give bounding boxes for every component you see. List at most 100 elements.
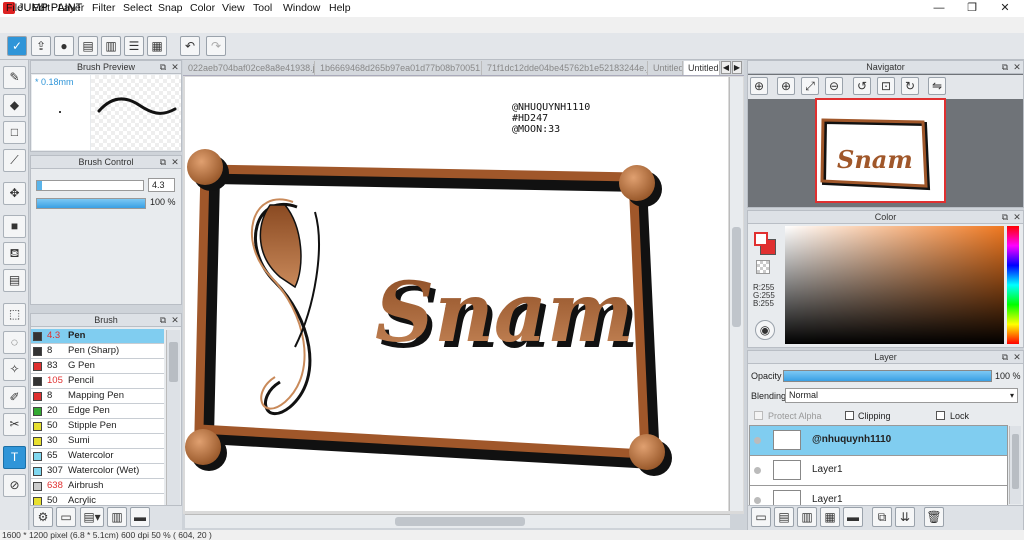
new-brush-icon[interactable]: ▭ bbox=[56, 507, 76, 527]
reset-rotation-icon[interactable]: ⊡ bbox=[877, 77, 895, 95]
brush-opacity-slider[interactable] bbox=[36, 198, 146, 209]
eyedropper-tool-icon[interactable]: ⊘ bbox=[3, 474, 26, 497]
scrollbar-thumb[interactable] bbox=[1012, 434, 1019, 489]
text-tool-icon[interactable]: T bbox=[3, 446, 26, 469]
panel-close-icon[interactable]: ✕ bbox=[1012, 62, 1022, 72]
brush-size-field[interactable]: 4.3 bbox=[148, 178, 175, 192]
tab-next-icon[interactable]: ▶ bbox=[732, 61, 742, 74]
minimize-button[interactable]: — bbox=[922, 0, 956, 17]
panel-close-icon[interactable]: ✕ bbox=[1012, 352, 1022, 362]
scrollbar-thumb[interactable] bbox=[169, 342, 178, 382]
menu-edit[interactable]: Edit bbox=[32, 2, 50, 14]
select-pen-tool-icon[interactable]: ✐ bbox=[3, 386, 26, 409]
foreground-color-swatch[interactable] bbox=[754, 232, 768, 246]
lock-checkbox[interactable] bbox=[936, 411, 945, 420]
close-button[interactable]: ✕ bbox=[988, 0, 1022, 17]
move-tool-icon[interactable]: ✥ bbox=[3, 182, 26, 205]
new-layer-icon[interactable]: ▭ bbox=[751, 507, 771, 527]
message-icon[interactable]: ▤ bbox=[78, 36, 98, 56]
layer-row[interactable]: @nhuquynh1110 bbox=[749, 426, 1008, 456]
panel-float-icon[interactable]: ⧉ bbox=[158, 157, 168, 167]
brush-item[interactable]: 307 Watercolor (Wet) bbox=[31, 464, 164, 479]
vscroll-thumb[interactable] bbox=[732, 227, 741, 327]
brush-item[interactable]: 50 Stipple Pen bbox=[31, 419, 164, 434]
menu-snap[interactable]: Snap bbox=[158, 2, 183, 14]
menu-help[interactable]: Help bbox=[329, 2, 351, 14]
new-folder-icon[interactable]: ▬ bbox=[843, 507, 863, 527]
eye-icon[interactable] bbox=[754, 467, 761, 474]
brush-item[interactable]: 8 Pen (Sharp) bbox=[31, 344, 164, 359]
new-screentone-icon[interactable]: ▦ bbox=[820, 507, 840, 527]
panel-close-icon[interactable]: ✕ bbox=[170, 62, 180, 72]
list-icon[interactable]: ☰ bbox=[124, 36, 144, 56]
maximize-button[interactable]: ❐ bbox=[955, 0, 989, 17]
brush-item[interactable]: 30 Sumi bbox=[31, 434, 164, 449]
rotate-left-icon[interactable]: ↺ bbox=[853, 77, 871, 95]
comment-icon[interactable]: ● bbox=[54, 36, 74, 56]
menu-view[interactable]: View bbox=[222, 2, 245, 14]
brush-item[interactable]: 20 Edge Pen bbox=[31, 404, 164, 419]
panel-close-icon[interactable]: ✕ bbox=[170, 315, 180, 325]
bucket-tool-icon[interactable]: ⛾ bbox=[3, 242, 26, 265]
brush-doc-icon[interactable]: ▥ bbox=[107, 507, 127, 527]
brush-size-slider[interactable] bbox=[36, 180, 144, 191]
zoom-fit-icon[interactable]: ⊕ bbox=[750, 77, 768, 95]
flip-icon[interactable]: ⇋ bbox=[928, 77, 946, 95]
zoom-in-icon[interactable]: ⊕ bbox=[777, 77, 795, 95]
menu-tool[interactable]: Tool bbox=[253, 2, 272, 14]
share-icon[interactable]: ⇪ bbox=[31, 36, 51, 56]
rotate-right-icon[interactable]: ↻ bbox=[901, 77, 919, 95]
eraser-tool-icon[interactable]: ◆ bbox=[3, 94, 26, 117]
hue-slider[interactable] bbox=[1007, 226, 1019, 344]
magic-wand-tool-icon[interactable]: ✧ bbox=[3, 358, 26, 381]
panel-float-icon[interactable]: ⧉ bbox=[1000, 212, 1010, 222]
fill-rect-tool-icon[interactable]: ■ bbox=[3, 215, 26, 238]
menu-file[interactable]: File bbox=[6, 2, 23, 14]
rectangle-tool-icon[interactable]: □ bbox=[3, 121, 26, 144]
duplicate-layer-icon[interactable]: ⧉ bbox=[872, 507, 892, 527]
panel-float-icon[interactable]: ⧉ bbox=[158, 62, 168, 72]
menu-window[interactable]: Window bbox=[283, 2, 320, 14]
brush-item[interactable]: 8 Mapping Pen bbox=[31, 389, 164, 404]
layer-row[interactable]: Layer1 bbox=[749, 456, 1008, 486]
undo-button[interactable]: ↶ bbox=[180, 36, 200, 56]
brush-settings-icon[interactable]: ⚙ bbox=[33, 507, 53, 527]
tab-image-1[interactable]: 022aeb704baf02ce8a8e41938.jpg bbox=[184, 61, 315, 75]
brush-tool-icon[interactable]: ✎ bbox=[3, 66, 26, 89]
tab-image-3[interactable]: 71f1dc12dde04be45762b1e52183244e.jpg bbox=[483, 61, 648, 75]
color-saturation-picker[interactable] bbox=[785, 226, 1004, 344]
fit-window-icon[interactable]: ⤢ bbox=[801, 77, 819, 95]
transparent-color-swatch[interactable] bbox=[756, 260, 770, 274]
tab-image-2[interactable]: 1b6669468d265b97ea01d77b08b70051.jpg bbox=[316, 61, 482, 75]
panel-close-icon[interactable]: ✕ bbox=[1012, 212, 1022, 222]
protect-alpha-checkbox[interactable] bbox=[754, 411, 763, 420]
tab-untitled-active[interactable]: Untitled bbox=[684, 61, 720, 75]
menu-layer[interactable]: Layer bbox=[58, 2, 84, 14]
clipping-checkbox[interactable] bbox=[845, 411, 854, 420]
lasso-tool-icon[interactable]: ◌ bbox=[3, 331, 26, 354]
brush-item[interactable]: 105 Pencil bbox=[31, 374, 164, 389]
settings-icon[interactable]: ✓ bbox=[7, 36, 27, 56]
brush-item[interactable]: 65 Watercolor bbox=[31, 449, 164, 464]
eye-icon[interactable] bbox=[754, 497, 761, 504]
drawing-canvas[interactable]: Snam Snam @NHUQUYNH1110 #HD247 @MOON:33 bbox=[185, 77, 728, 511]
copy-brush-icon[interactable]: ▤▾ bbox=[80, 507, 104, 527]
panel-close-icon[interactable]: ✕ bbox=[170, 157, 180, 167]
line-tool-icon[interactable]: ⟋ bbox=[3, 149, 26, 172]
panel-float-icon[interactable]: ⧉ bbox=[158, 315, 168, 325]
brush-item[interactable]: 638 Airbrush bbox=[31, 479, 164, 494]
panel-float-icon[interactable]: ⧉ bbox=[1000, 352, 1010, 362]
panel-float-icon[interactable]: ⧉ bbox=[1000, 62, 1010, 72]
menu-color[interactable]: Color bbox=[190, 2, 215, 14]
select-rect-tool-icon[interactable]: ⬚ bbox=[3, 303, 26, 326]
canvas-hscroll[interactable] bbox=[185, 514, 730, 528]
brush-item[interactable]: 4.3 Pen bbox=[31, 329, 164, 344]
merge-layer-icon[interactable]: ⇊ bbox=[895, 507, 915, 527]
canvas-vscroll[interactable] bbox=[729, 77, 743, 511]
tab-prev-icon[interactable]: ◀ bbox=[721, 61, 731, 74]
layer-opacity-slider[interactable] bbox=[783, 370, 992, 382]
brush-list-scrollbar[interactable] bbox=[166, 330, 180, 512]
new-8bit-layer-icon[interactable]: ▥ bbox=[797, 507, 817, 527]
hscroll-thumb[interactable] bbox=[395, 517, 525, 526]
redo-button[interactable]: ↷ bbox=[206, 36, 226, 56]
